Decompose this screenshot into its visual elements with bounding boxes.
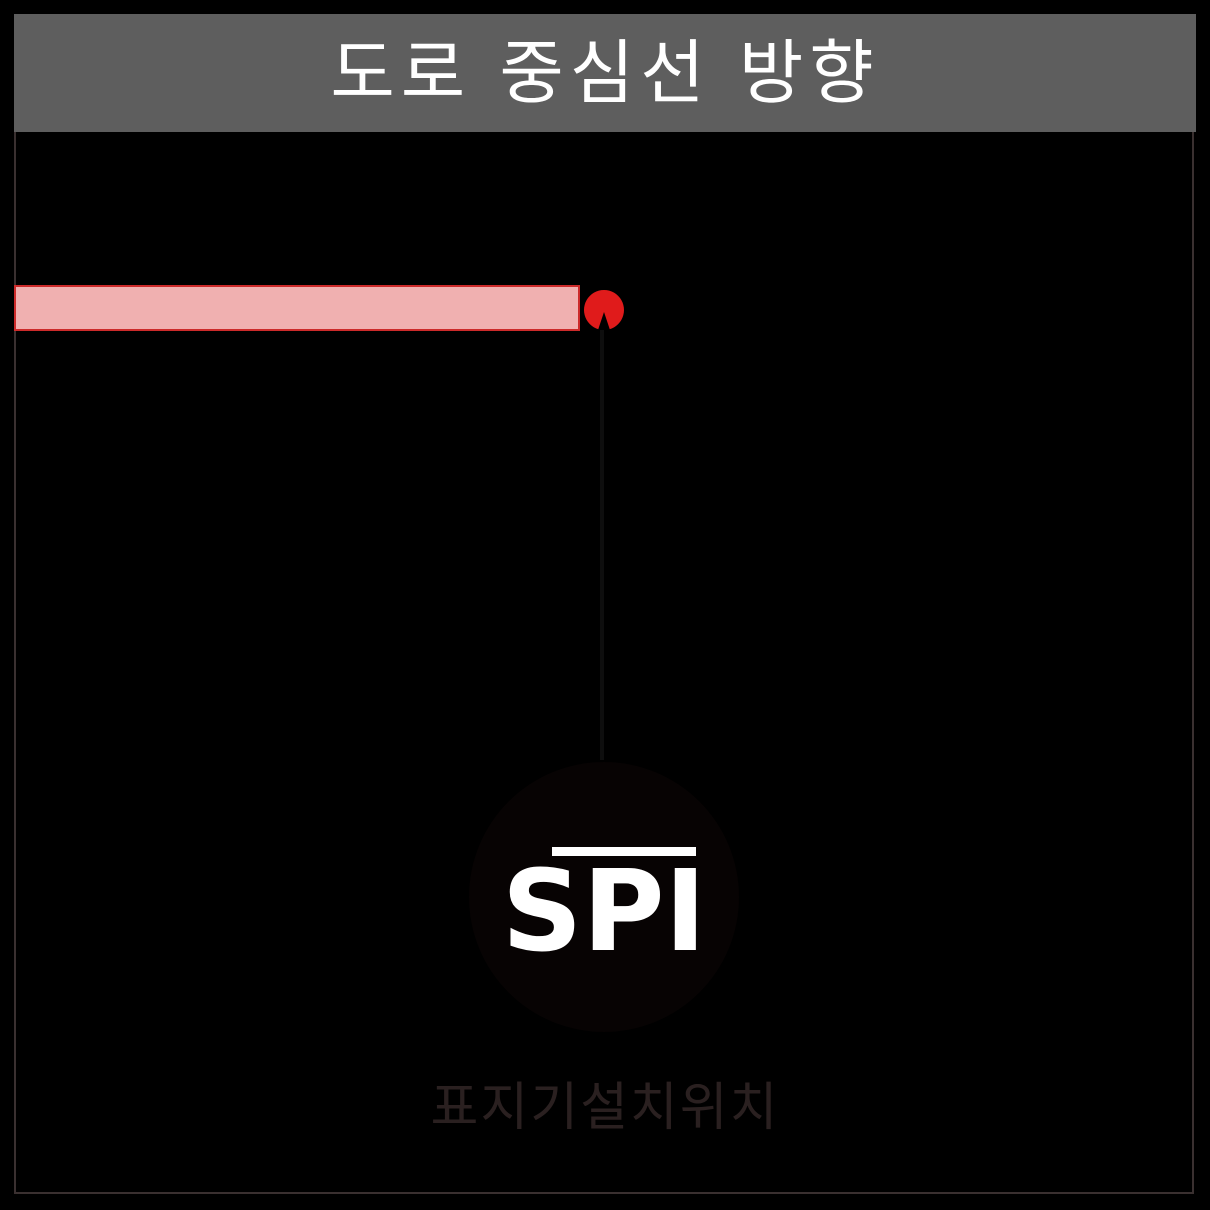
spi-logo: SPI: [502, 847, 706, 977]
sign-location-caption: 표지기설치위치: [430, 1078, 780, 1138]
diagram-canvas: SPI: [469, 290, 739, 1032]
